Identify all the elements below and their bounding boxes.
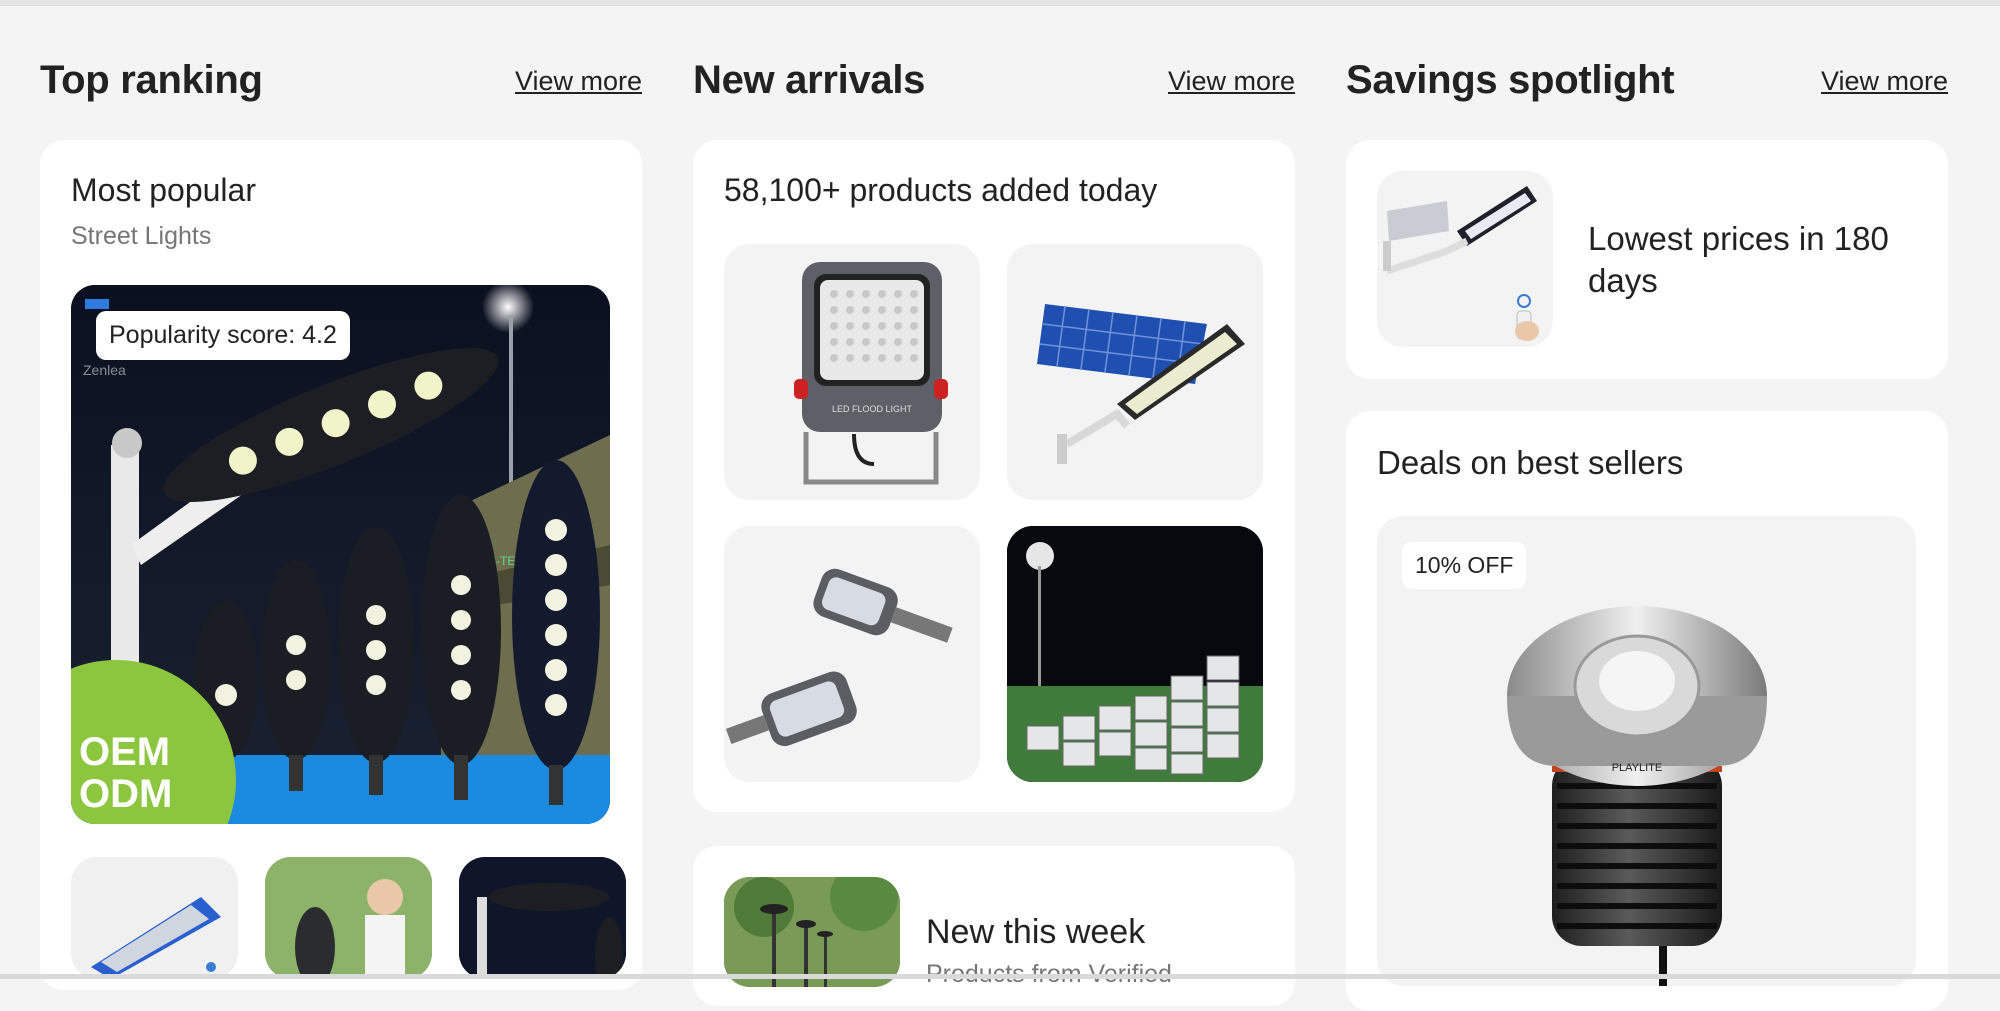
stadium-light-icon (1007, 526, 1263, 782)
popularity-score-badge: Popularity score: 4.2 (96, 311, 350, 360)
svg-text:ODM: ODM (79, 772, 172, 816)
top-ranking-view-more-link[interactable]: View more (515, 66, 642, 97)
savings-spotlight-heading: Savings spotlight (1346, 58, 1675, 102)
night-street-light-thumbnail-icon (459, 857, 626, 979)
thumbnail-2[interactable] (265, 857, 432, 979)
solar-street-light-product-tile[interactable] (1007, 244, 1263, 500)
discount-badge: 10% OFF (1402, 542, 1527, 589)
street-light-thumbnail-icon (91, 897, 221, 979)
savings-spotlight-view-more-link[interactable]: View more (1821, 66, 1948, 97)
new-arrivals-view-more-link[interactable]: View more (1168, 66, 1295, 97)
svg-text:OEM: OEM (79, 730, 170, 774)
new-arrivals-heading: New arrivals (693, 58, 926, 102)
deal-product-tile[interactable]: PLAYLITE 10% OFF (1377, 516, 1916, 986)
flood-light-icon: LED FLOOD LIGHT (794, 262, 948, 485)
new-this-week-thumbnail[interactable] (724, 877, 900, 987)
road-light-icon (725, 568, 953, 747)
most-popular-category[interactable]: Street Lights (71, 222, 211, 251)
top-ranking-heading: Top ranking (40, 58, 263, 102)
product-brand-label: PLAYLITE (1612, 762, 1663, 774)
person-with-lamp-thumbnail-icon (265, 857, 432, 979)
most-popular-title: Most popular (71, 172, 256, 208)
new-this-week-title: New this week (926, 913, 1146, 951)
street-lights-hero-image[interactable]: HIGH-TECH OEM ODM Zenlea Popularity scor… (71, 285, 610, 824)
products-added-today-text: 58,100+ products added today (724, 172, 1158, 208)
road-light-product-tile[interactable] (724, 526, 980, 782)
bottom-divider (0, 974, 2000, 979)
lowest-prices-thumbnail[interactable] (1377, 171, 1553, 347)
svg-text:Zenlea: Zenlea (83, 362, 126, 378)
thumbnail-1[interactable] (71, 857, 238, 979)
deals-best-sellers-title: Deals on best sellers (1377, 444, 1684, 481)
flood-light-label: LED FLOOD LIGHT (832, 404, 913, 414)
top-divider (0, 0, 2000, 6)
flood-light-product-tile[interactable]: LED FLOOD LIGHT (724, 244, 980, 500)
street-lights-illustration: HIGH-TECH OEM ODM Zenlea (71, 285, 610, 824)
stadium-light-product-tile[interactable] (1007, 526, 1263, 782)
solar-street-light-icon (1037, 304, 1245, 464)
park-lamps-icon (724, 877, 900, 987)
thumbnail-3[interactable] (459, 857, 626, 979)
lowest-prices-text: Lowest prices in 180 days (1588, 220, 1889, 299)
solar-lamp-with-remote-icon (1383, 186, 1539, 341)
